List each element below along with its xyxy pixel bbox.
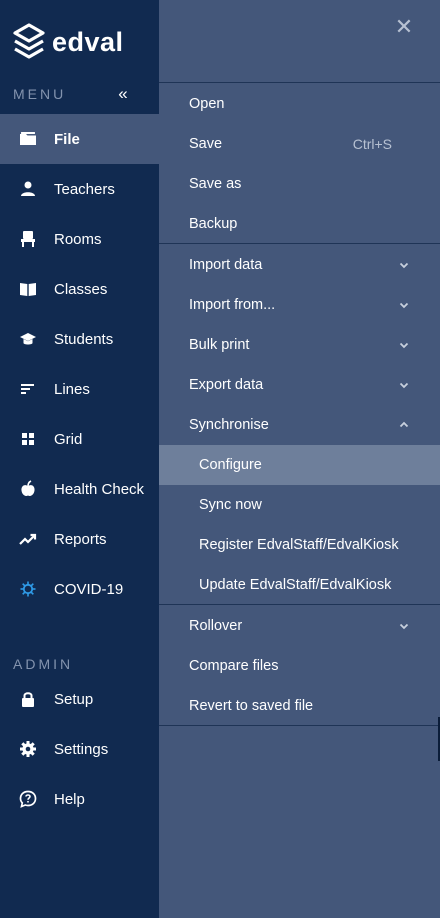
book-icon — [18, 279, 38, 299]
sidebar-item-help[interactable]: Help — [0, 774, 159, 824]
menu-item-label: Update EdvalStaff/EdvalKiosk — [199, 577, 392, 593]
sidebar-item-file[interactable]: File — [0, 114, 159, 164]
menu-item-synchronise[interactable]: Synchronise — [159, 405, 440, 445]
close-icon[interactable]: ✕ — [394, 16, 414, 38]
chair-icon — [18, 229, 38, 249]
sidebar-item-label: Grid — [54, 430, 83, 448]
double-chevron-left-icon[interactable]: « — [113, 84, 133, 104]
menu-item-save-as[interactable]: Save as — [159, 164, 440, 204]
menu-item-label: Synchronise — [189, 417, 269, 433]
sidebar-item-label: Health Check — [54, 480, 145, 498]
sidebar-item-label: COVID-19 — [54, 580, 124, 598]
menu-item-label: Compare files — [189, 658, 279, 674]
submenu-item-update-edvalstaff[interactable]: Update EdvalStaff/EdvalKiosk — [159, 565, 440, 605]
menu-section-label: MENU — [13, 86, 67, 102]
menu-item-backup[interactable]: Backup — [159, 204, 440, 244]
divider — [159, 82, 440, 83]
lines-icon — [18, 379, 38, 399]
sidebar-item-health-check[interactable]: Health Check — [0, 464, 159, 514]
chevron-down-icon[interactable] — [398, 379, 410, 391]
chevron-down-icon[interactable] — [398, 339, 410, 351]
virus-icon — [18, 579, 38, 599]
divider — [159, 725, 440, 726]
submenu-item-configure[interactable]: Configure — [159, 445, 440, 485]
sidebar-item-teachers[interactable]: Teachers — [0, 164, 159, 214]
edval-logo-icon — [13, 23, 45, 59]
menu-item-label: Bulk print — [189, 337, 250, 353]
menu-item-label: Rollover — [189, 618, 243, 634]
menu-item-rollover[interactable]: Rollover — [159, 606, 440, 646]
grid-icon — [18, 429, 38, 449]
menu-item-label: Register EdvalStaff/EdvalKiosk — [199, 537, 399, 553]
sidebar-item-label: Students — [54, 330, 114, 348]
menu-item-label: Export data — [189, 377, 264, 393]
brand-name: edval — [52, 26, 124, 57]
menu-item-compare-files[interactable]: Compare files — [159, 646, 440, 686]
chevron-down-icon[interactable] — [398, 620, 410, 632]
chevron-up-icon[interactable] — [398, 419, 410, 431]
sidebar-item-setup[interactable]: Setup — [0, 674, 159, 724]
sidebar-item-reports[interactable]: Reports — [0, 514, 159, 564]
menu-item-label: Backup — [189, 216, 238, 232]
menu-item-export-data[interactable]: Export data — [159, 365, 440, 405]
sidebar-item-label: File — [54, 130, 80, 148]
edval-logo[interactable]: edval — [12, 22, 124, 62]
folder-icon — [18, 129, 38, 149]
graduation-cap-icon — [18, 329, 38, 349]
sidebar: edval MENU « File Teachers Rooms Classes… — [0, 0, 159, 918]
person-icon — [18, 179, 38, 199]
sidebar-item-grid[interactable]: Grid — [0, 414, 159, 464]
menu-item-label: Import data — [189, 257, 263, 273]
file-menu-panel: ✕ Open Save Ctrl+S Save as Backup Import… — [159, 0, 440, 918]
sidebar-item-label: Teachers — [54, 180, 115, 198]
menu-item-import-from[interactable]: Import from... — [159, 285, 440, 325]
sidebar-item-label: Rooms — [54, 230, 102, 248]
sidebar-item-rooms[interactable]: Rooms — [0, 214, 159, 264]
sidebar-item-label: Help — [54, 790, 85, 808]
keyboard-shortcut: Ctrl+S — [352, 136, 392, 152]
admin-section-label: ADMIN — [13, 656, 74, 672]
menu-item-save[interactable]: Save Ctrl+S — [159, 124, 440, 164]
sidebar-item-covid-19[interactable]: COVID-19 — [0, 564, 159, 614]
trend-icon — [18, 529, 38, 549]
help-icon — [18, 789, 38, 809]
sidebar-item-label: Reports — [54, 530, 107, 548]
submenu-item-sync-now[interactable]: Sync now — [159, 485, 440, 525]
sidebar-item-label: Lines — [54, 380, 90, 398]
menu-item-label: Configure — [199, 457, 262, 473]
submenu-item-register-edvalstaff[interactable]: Register EdvalStaff/EdvalKiosk — [159, 525, 440, 565]
sidebar-item-lines[interactable]: Lines — [0, 364, 159, 414]
sidebar-item-settings[interactable]: Settings — [0, 724, 159, 774]
divider — [159, 243, 440, 244]
menu-item-label: Sync now — [199, 497, 262, 513]
chevron-down-icon[interactable] — [398, 259, 410, 271]
menu-item-label: Save as — [189, 176, 242, 192]
menu-item-bulk-print[interactable]: Bulk print — [159, 325, 440, 365]
menu-item-label: Import from... — [189, 297, 276, 313]
menu-item-open[interactable]: Open — [159, 84, 440, 124]
menu-item-revert-to-saved[interactable]: Revert to saved file — [159, 686, 440, 726]
divider — [159, 604, 440, 605]
lock-icon — [18, 689, 38, 709]
sidebar-item-label: Settings — [54, 740, 109, 758]
menu-item-label: Save — [189, 136, 223, 152]
sidebar-item-label: Classes — [54, 280, 108, 298]
chevron-down-icon[interactable] — [398, 299, 410, 311]
menu-item-label: Revert to saved file — [189, 698, 314, 714]
menu-item-label: Open — [189, 96, 225, 112]
gear-icon — [18, 739, 38, 759]
sidebar-item-label: Setup — [54, 690, 94, 708]
sidebar-item-classes[interactable]: Classes — [0, 264, 159, 314]
sidebar-item-students[interactable]: Students — [0, 314, 159, 364]
apple-icon — [18, 479, 38, 499]
menu-item-import-data[interactable]: Import data — [159, 245, 440, 285]
